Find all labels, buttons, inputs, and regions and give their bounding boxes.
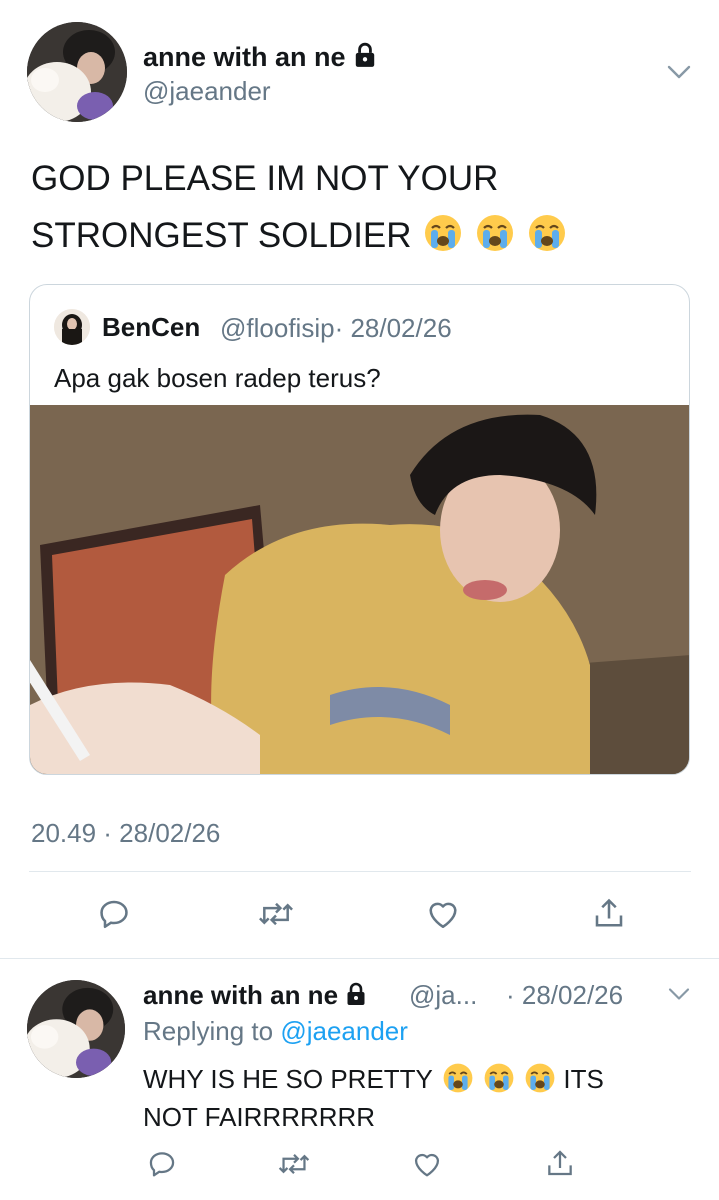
avatar-photo <box>27 980 125 1078</box>
crying-face-icon <box>484 1063 514 1093</box>
reply-name-text: anne with an ne <box>143 980 339 1010</box>
lock-icon <box>347 982 365 1005</box>
tweet-body: GOD PLEASE IM NOT YOUR STRONGEST SOLDIER <box>31 150 567 264</box>
share-button[interactable] <box>538 1142 582 1186</box>
crying-face-icon <box>525 1063 555 1093</box>
author-display-name[interactable]: anne with an ne <box>143 42 378 73</box>
tweet-text-line1: GOD PLEASE IM NOT YOUR <box>31 159 499 198</box>
reply-button[interactable] <box>140 1142 184 1186</box>
reply-text-line1: WHY IS HE SO PRETTY ITS <box>143 1060 673 1098</box>
replying-prefix: Replying to <box>143 1016 274 1046</box>
reply-text-line2: NOT FAIRRRRRRR <box>143 1102 376 1132</box>
like-icon <box>414 1153 440 1177</box>
divider <box>29 871 691 872</box>
author-handle[interactable]: @jaeander <box>143 76 271 107</box>
tweet-text-line2-text: STRONGEST SOLDIER <box>31 216 412 255</box>
chevron-down-icon[interactable] <box>667 985 691 1003</box>
quoted-tweet-card[interactable]: BenCen @floofisip· 28/02/26 Apa gak bose… <box>29 284 690 775</box>
like-button[interactable] <box>405 1142 449 1186</box>
quoted-author-name[interactable]: BenCen <box>102 312 200 343</box>
crying-face-icon <box>443 1063 473 1093</box>
retweet-icon <box>259 902 293 926</box>
divider <box>0 958 719 959</box>
quoted-date: · 28/02/26 <box>334 313 452 343</box>
photo-image <box>30 405 689 774</box>
chevron-down-icon[interactable] <box>666 62 692 82</box>
like-icon <box>429 902 457 929</box>
quoted-handle: @floofisip <box>220 313 335 343</box>
reply-text-part2: ITS <box>563 1064 604 1094</box>
quoted-tweet-text: Apa gak bosen radep terus? <box>54 363 381 393</box>
tweet-text-line2: STRONGEST SOLDIER <box>31 207 567 264</box>
share-button[interactable] <box>587 892 631 936</box>
share-icon <box>548 1150 572 1176</box>
lock-icon <box>355 42 374 67</box>
author-name-text: anne with an ne <box>143 42 346 72</box>
share-icon <box>595 898 623 927</box>
avatar-photo <box>27 22 127 122</box>
reply-date: · 28/02/26 <box>506 980 624 1010</box>
reply-icon <box>100 900 128 929</box>
quoted-author-avatar[interactable] <box>54 309 90 345</box>
reply-button[interactable] <box>92 892 136 936</box>
retweet-icon <box>278 1154 310 1174</box>
crying-face-icon <box>528 215 565 251</box>
reply-author-handle[interactable]: @ja... <box>409 980 477 1011</box>
reply-tweet-text: WHY IS HE SO PRETTY ITS NOT FAIRRRRRRR <box>143 1060 673 1136</box>
replying-to: Replying to @jaeander <box>143 1016 408 1047</box>
reply-author-avatar[interactable] <box>27 980 125 1078</box>
reply-text-part1: WHY IS HE SO PRETTY <box>143 1064 433 1094</box>
retweet-button[interactable] <box>272 1142 316 1186</box>
like-button[interactable] <box>421 892 465 936</box>
quoted-meta: @floofisip· 28/02/26 <box>220 313 452 344</box>
replying-to-link[interactable]: @jaeander <box>280 1016 408 1046</box>
retweet-button[interactable] <box>254 892 298 936</box>
crying-face-icon <box>425 215 462 251</box>
reply-icon <box>149 1152 175 1177</box>
author-avatar[interactable] <box>27 22 127 122</box>
tweet-timestamp: 20.49 · 28/02/26 <box>31 818 221 848</box>
quoted-tweet-photo[interactable] <box>30 405 689 774</box>
quoted-avatar-photo <box>54 309 90 345</box>
crying-face-icon <box>477 215 514 251</box>
reply-author-name[interactable]: anne with an ne <box>143 980 368 1011</box>
